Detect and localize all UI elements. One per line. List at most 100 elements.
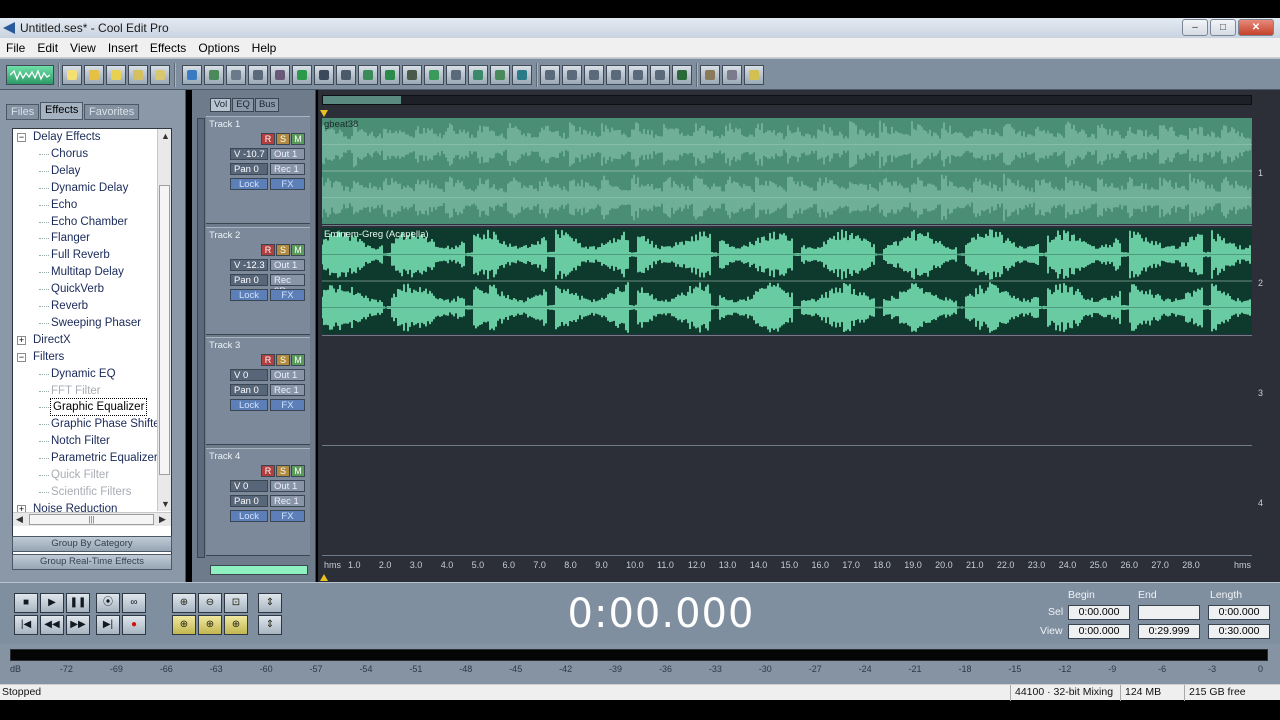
solo-button[interactable]: S	[276, 354, 290, 366]
zoom-tool-icon[interactable]	[468, 65, 488, 85]
menu-options[interactable]: Options	[192, 41, 245, 55]
fast-forward-icon[interactable]: ▶▶	[66, 615, 90, 635]
pan-field[interactable]: Pan 0	[230, 384, 268, 396]
move-tool-icon[interactable]	[292, 65, 312, 85]
track-lane-2[interactable]: Eminem-Greg (Acapella)	[322, 226, 1252, 336]
collapse-icon[interactable]: −	[17, 133, 26, 142]
track-properties-icon[interactable]	[402, 65, 422, 85]
expand-icon[interactable]: +	[17, 335, 26, 345]
wet-icon[interactable]	[584, 65, 604, 85]
zoom-in-horizontal-icon[interactable]: ⊕	[172, 593, 196, 613]
output-field[interactable]: Out 1	[270, 479, 305, 492]
menu-edit[interactable]: Edit	[31, 41, 64, 55]
split-icon[interactable]	[314, 65, 334, 85]
pan-field[interactable]: Pan 0	[230, 163, 268, 175]
tree-hscroll-thumb[interactable]: |||	[29, 514, 154, 525]
output-field[interactable]: Out 1	[270, 258, 305, 271]
multitrack-view[interactable]: gbeat38 1 Eminem-Greg (Acapella) 2 3 4 hms 1.0…	[318, 90, 1280, 582]
go-to-end-icon[interactable]: ▶|	[96, 615, 120, 635]
fx-icon[interactable]	[606, 65, 626, 85]
fx-button[interactable]: FX	[270, 399, 305, 411]
scroll-left-icon[interactable]: ◀	[16, 514, 23, 525]
tree-effect-item[interactable]: Flanger	[13, 230, 159, 247]
tree-category[interactable]: − Delay Effects	[13, 129, 159, 146]
menu-view[interactable]: View	[64, 41, 102, 55]
group-icon[interactable]	[512, 65, 532, 85]
tab-effects[interactable]: Effects	[40, 102, 84, 120]
cue-icon[interactable]	[672, 65, 692, 85]
sel-begin-field[interactable]: 0:00.000	[1068, 605, 1130, 620]
align-icon[interactable]	[490, 65, 510, 85]
tree-effect-item[interactable]: Dynamic EQ	[13, 366, 159, 383]
zoom-left-icon[interactable]: ⊕	[172, 615, 196, 635]
menu-help[interactable]: Help	[246, 41, 283, 55]
lock-button[interactable]: Lock	[230, 288, 268, 301]
end-marker-icon[interactable]	[320, 574, 330, 582]
tree-category[interactable]: + DirectX	[13, 332, 159, 349]
zoom-out-vertical-icon[interactable]: ⇕	[258, 615, 282, 635]
zoom-selection-icon[interactable]: ⊕	[224, 615, 248, 635]
tree-effect-item[interactable]: Scientific Filters	[13, 484, 159, 501]
record-input-field[interactable]: Rec 1	[270, 494, 305, 507]
tree-effect-item[interactable]: Dynamic Delay	[13, 180, 159, 197]
pan-field[interactable]: Pan 0	[230, 494, 268, 507]
track-lane-4[interactable]	[322, 446, 1252, 556]
tree-horizontal-scrollbar[interactable]: ◀ ||| ▶	[13, 512, 171, 526]
context-help-icon[interactable]	[722, 65, 742, 85]
tree-effect-item[interactable]: Reverb	[13, 298, 159, 315]
settings-icon[interactable]	[700, 65, 720, 85]
scroll-right-icon[interactable]: ▶	[159, 514, 166, 525]
record-input-field[interactable]: Rec 1	[270, 384, 305, 396]
bus-icon[interactable]	[540, 65, 560, 85]
insert-audio-icon[interactable]	[358, 65, 378, 85]
open-file-icon[interactable]	[84, 65, 104, 85]
open-session-icon[interactable]	[106, 65, 126, 85]
bpm-icon[interactable]	[628, 65, 648, 85]
scroll-up-icon[interactable]: ▲	[161, 131, 170, 141]
tab-eq[interactable]: EQ	[232, 98, 254, 112]
view-length-field[interactable]: 0:30.000	[1208, 624, 1270, 639]
volume-field[interactable]: V 0	[230, 479, 268, 492]
rewind-icon[interactable]: ◀◀	[40, 615, 64, 635]
scroll-down-icon[interactable]: ▼	[161, 499, 170, 509]
mute-button[interactable]: M	[291, 354, 305, 366]
new-file-icon[interactable]	[62, 65, 82, 85]
tree-effect-item[interactable]: Notch Filter	[13, 433, 159, 450]
track-lane-1[interactable]: gbeat38	[322, 116, 1252, 226]
sel-end-field[interactable]	[1138, 605, 1200, 620]
eq-icon[interactable]	[650, 65, 670, 85]
zoom-in-vertical-icon[interactable]: ⇕	[258, 593, 282, 613]
fx-button[interactable]: FX	[270, 178, 305, 190]
tree-effect-item[interactable]: Chorus	[13, 146, 159, 163]
pan-field[interactable]: Pan 0	[230, 273, 268, 286]
zoom-right-icon[interactable]: ⊕	[198, 615, 222, 635]
tree-effect-item[interactable]: Graphic Phase Shifter	[13, 416, 164, 433]
rev-icon[interactable]	[562, 65, 582, 85]
help-icon[interactable]	[744, 65, 764, 85]
group-realtime-effects-button[interactable]: Group Real-Time Effects	[12, 554, 172, 570]
mixdown-icon[interactable]	[204, 65, 224, 85]
menu-insert[interactable]: Insert	[102, 41, 144, 55]
overview-thumb[interactable]	[323, 96, 401, 104]
minimize-button[interactable]: –	[1182, 19, 1208, 36]
tree-vertical-scrollbar[interactable]: ▲ ▼	[157, 129, 171, 511]
loop-play-icon[interactable]: ∞	[122, 593, 146, 613]
record-arm-button[interactable]: R	[261, 354, 275, 366]
save-icon[interactable]	[128, 65, 148, 85]
lock-button[interactable]: Lock	[230, 399, 268, 411]
record-icon[interactable]: ●	[122, 615, 146, 635]
view-begin-field[interactable]: 0:00.000	[1068, 624, 1130, 639]
stop-icon[interactable]: ■	[14, 593, 38, 613]
solo-button[interactable]: S	[276, 133, 290, 145]
tree-effect-item[interactable]: Echo	[13, 197, 159, 214]
switch-to-waveform-view-icon[interactable]	[6, 65, 54, 85]
zoom-full-icon[interactable]: ⊡	[224, 593, 248, 613]
menu-effects[interactable]: Effects	[144, 41, 192, 55]
edit-tool-icon[interactable]	[226, 65, 246, 85]
zoom-out-horizontal-icon[interactable]: ⊖	[198, 593, 222, 613]
mute-button[interactable]: M	[291, 133, 305, 145]
tree-effect-item[interactable]: Full Reverb	[13, 247, 159, 264]
output-field[interactable]: Out 1	[270, 369, 305, 381]
play-icon[interactable]: ▶	[40, 593, 64, 613]
save-session-icon[interactable]	[150, 65, 170, 85]
